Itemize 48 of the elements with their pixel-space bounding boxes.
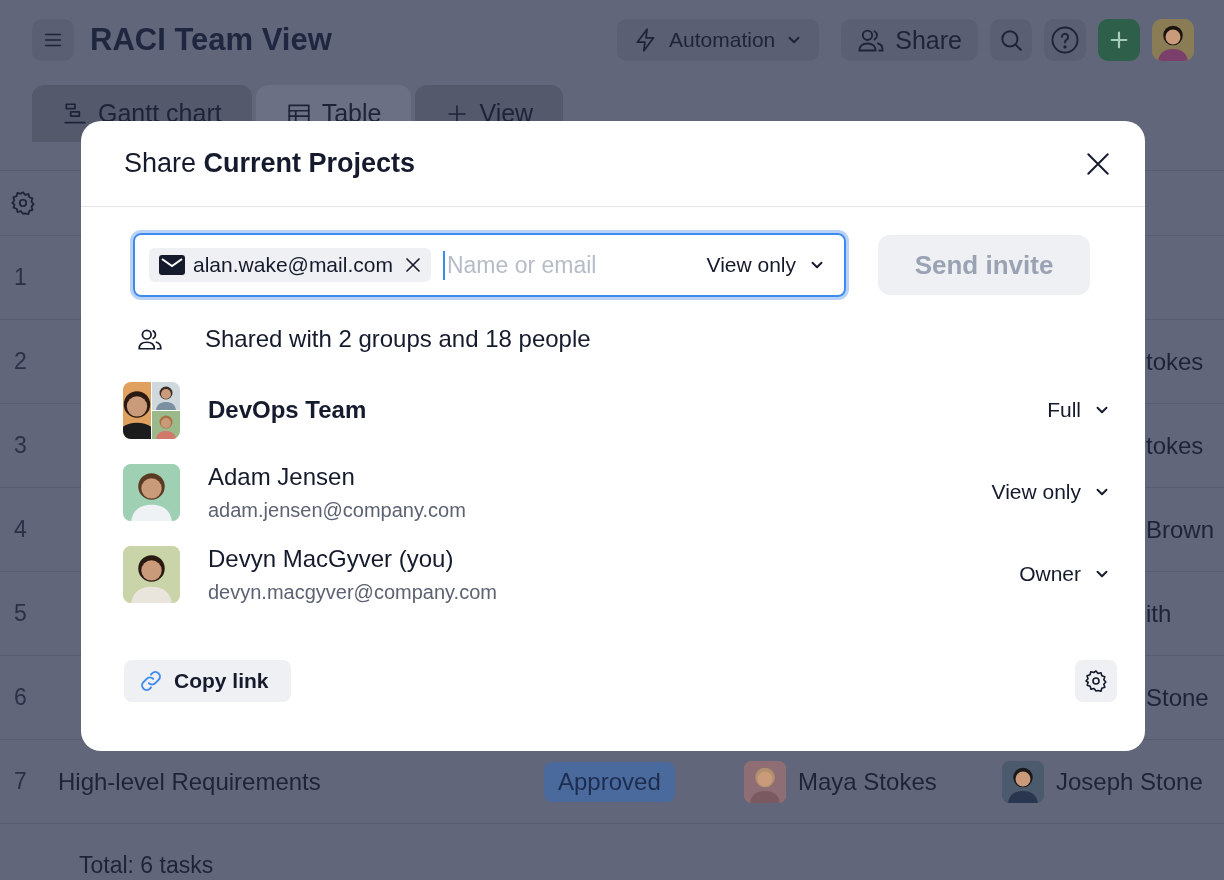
role-dropdown[interactable]: View only bbox=[991, 480, 1111, 504]
person-name: ith bbox=[1146, 599, 1172, 628]
row-number: 1 bbox=[13, 264, 28, 291]
remove-button[interactable] bbox=[404, 257, 421, 273]
row-number: 3 bbox=[13, 432, 28, 459]
add-button[interactable] bbox=[1098, 19, 1140, 61]
person-name: Maya Stokes bbox=[798, 767, 937, 796]
person-name: tokes bbox=[1146, 431, 1204, 460]
copy-link-button[interactable]: Copy link bbox=[124, 660, 291, 702]
member-name: Adam Jensen bbox=[208, 462, 356, 491]
search-button[interactable] bbox=[990, 19, 1032, 61]
close-icon bbox=[1085, 150, 1111, 177]
dialog-title: Share Current Projects bbox=[124, 148, 416, 179]
row-number: 2 bbox=[13, 348, 28, 375]
link-icon bbox=[138, 668, 164, 694]
close-icon bbox=[404, 257, 421, 273]
settings-button[interactable] bbox=[1075, 660, 1117, 702]
help-button[interactable] bbox=[1044, 19, 1086, 61]
member-name: DevOps Team bbox=[208, 396, 368, 424]
status-badge: Approved bbox=[544, 761, 675, 802]
person-name: Brown bbox=[1146, 515, 1215, 544]
mail-icon bbox=[159, 255, 185, 275]
member-email: adam.jensen@company.com bbox=[208, 498, 467, 522]
shared-summary: Shared with 2 groups and 18 people bbox=[205, 325, 591, 353]
email-chip: alan.wake@mail.com bbox=[149, 248, 431, 282]
person-name: Stone bbox=[1146, 683, 1209, 712]
role-dropdown[interactable]: Full bbox=[1047, 398, 1111, 422]
row-number: 6 bbox=[13, 684, 28, 711]
gantt-icon bbox=[62, 100, 88, 127]
role-dropdown[interactable]: Owner bbox=[1019, 562, 1111, 586]
person-name: tokes bbox=[1146, 347, 1204, 376]
help-icon bbox=[1050, 25, 1080, 55]
member-name: Devyn MacGyver (you) bbox=[208, 544, 455, 573]
member-email: devyn.macgyver@company.com bbox=[208, 580, 498, 604]
row-number: 7 bbox=[13, 768, 28, 795]
settings-icon bbox=[1084, 669, 1108, 693]
task-name: High-level Requirements bbox=[58, 767, 322, 796]
page-title: RACI Team View bbox=[90, 22, 333, 58]
row-number: 5 bbox=[13, 600, 28, 627]
plus-icon bbox=[1108, 29, 1130, 51]
row-number: 4 bbox=[13, 516, 28, 543]
search-icon bbox=[998, 27, 1024, 53]
task-total: Total: 6 tasks bbox=[78, 851, 215, 879]
person-name: Joseph Stone bbox=[1056, 767, 1203, 796]
settings-icon bbox=[10, 190, 36, 216]
invite-field[interactable]: alan.wake@mail.com Name or email View only bbox=[133, 233, 846, 297]
permission-dropdown[interactable]: View only bbox=[706, 253, 826, 277]
user-avatar[interactable] bbox=[1152, 19, 1194, 61]
